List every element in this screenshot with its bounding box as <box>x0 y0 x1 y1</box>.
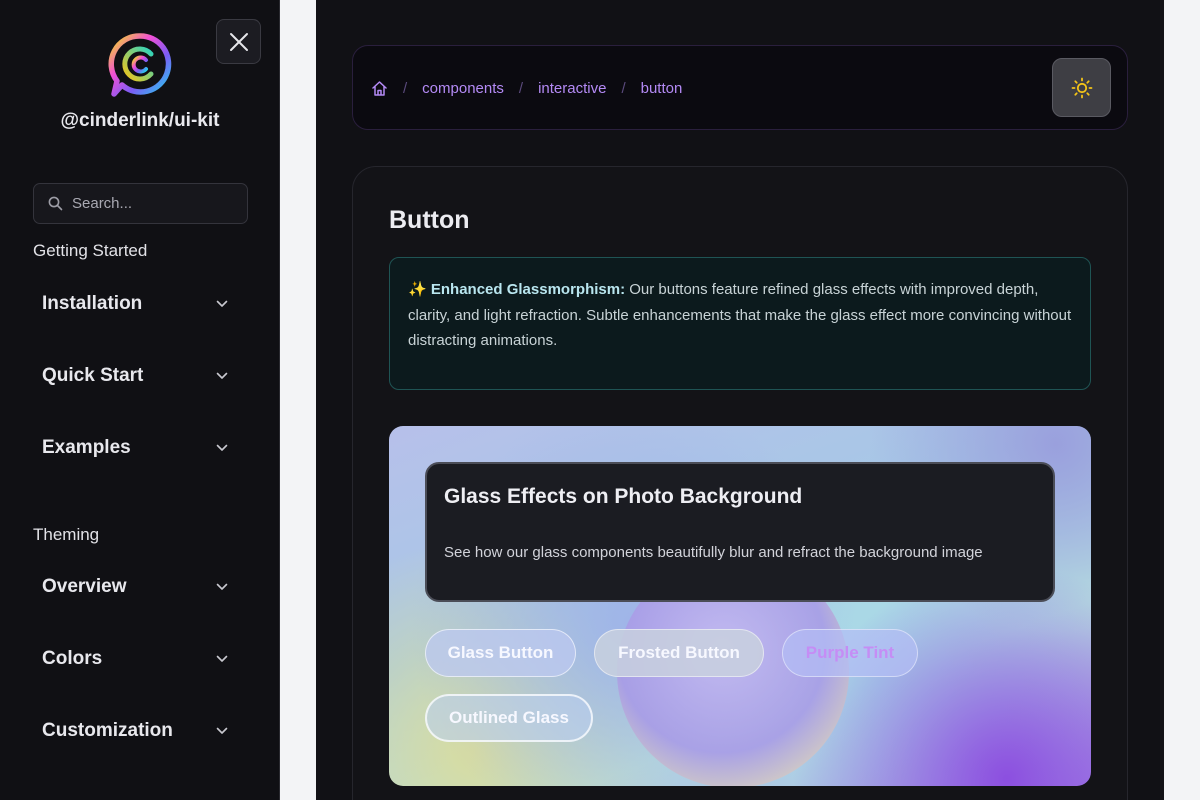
breadcrumb: / components / interactive / button <box>371 46 682 131</box>
nav-item-colors[interactable]: Colors <box>33 637 238 681</box>
demo-panel-title: Glass Effects on Photo Background <box>444 485 803 508</box>
nav-item-overview[interactable]: Overview <box>33 565 238 609</box>
demo-panel-description: See how our glass components beautifully… <box>444 544 983 561</box>
section-title-getting-started: Getting Started <box>33 241 148 260</box>
chevron-down-icon <box>216 372 228 379</box>
purple-tint-button[interactable]: Purple Tint <box>782 629 918 677</box>
chevron-down-icon <box>216 583 228 590</box>
nav-item-label: Quick Start <box>42 365 144 386</box>
breadcrumb-separator: / <box>621 80 626 97</box>
glass-button[interactable]: Glass Button <box>425 629 576 677</box>
logo-icon <box>108 33 172 97</box>
photo-background-demo: Glass Effects on Photo Background See ho… <box>389 426 1091 786</box>
close-icon <box>229 32 248 51</box>
outlined-glass-button[interactable]: Outlined Glass <box>425 694 593 742</box>
main-content: / components / interactive / button Butt… <box>316 0 1164 800</box>
theme-toggle-button[interactable] <box>1052 58 1111 117</box>
nav-item-label: Colors <box>42 648 103 669</box>
nav-item-installation[interactable]: Installation <box>33 282 238 326</box>
page-title: Button <box>389 206 470 234</box>
glass-panel: Glass Effects on Photo Background See ho… <box>425 462 1055 602</box>
section-title-theming: Theming <box>33 525 100 544</box>
info-notice: ✨ Enhanced Glassmorphism: Our buttons fe… <box>389 257 1091 390</box>
sun-icon <box>1071 77 1092 98</box>
breadcrumb-separator: / <box>518 80 524 97</box>
breadcrumb-interactive[interactable]: interactive <box>538 80 606 97</box>
chevron-down-icon <box>216 727 228 734</box>
notice-heading: Enhanced Glassmorphism: <box>430 281 626 298</box>
close-sidebar-button[interactable] <box>216 19 261 64</box>
breadcrumb-button[interactable]: button <box>641 80 683 97</box>
chevron-down-icon <box>216 444 228 451</box>
nav-item-examples[interactable]: Examples <box>33 426 238 470</box>
chevron-down-icon <box>216 655 228 662</box>
breadcrumb-separator: / <box>403 80 408 97</box>
nav-item-label: Examples <box>42 437 131 458</box>
nav-item-label: Customization <box>42 720 173 741</box>
home-icon[interactable] <box>371 80 388 97</box>
sidebar: @cinderlink/ui-kit Getting Started Insta… <box>0 0 280 800</box>
nav-item-quick-start[interactable]: Quick Start <box>33 354 238 398</box>
component-card: Button ✨ Enhanced Glassmorphism: Our but… <box>352 166 1128 800</box>
nav-item-customization[interactable]: Customization <box>33 709 238 753</box>
nav-item-label: Installation <box>42 293 143 314</box>
chevron-down-icon <box>216 300 228 307</box>
brand-name: @cinderlink/ui-kit <box>60 110 220 131</box>
search-icon <box>48 196 63 211</box>
nav-item-label: Overview <box>42 576 127 597</box>
search-box[interactable] <box>33 183 248 224</box>
search-input[interactable] <box>72 195 232 212</box>
breadcrumb-bar: / components / interactive / button <box>352 45 1128 130</box>
sparkles-icon: ✨ <box>408 281 427 298</box>
breadcrumb-components[interactable]: components <box>422 80 504 97</box>
frosted-button[interactable]: Frosted Button <box>594 629 764 677</box>
